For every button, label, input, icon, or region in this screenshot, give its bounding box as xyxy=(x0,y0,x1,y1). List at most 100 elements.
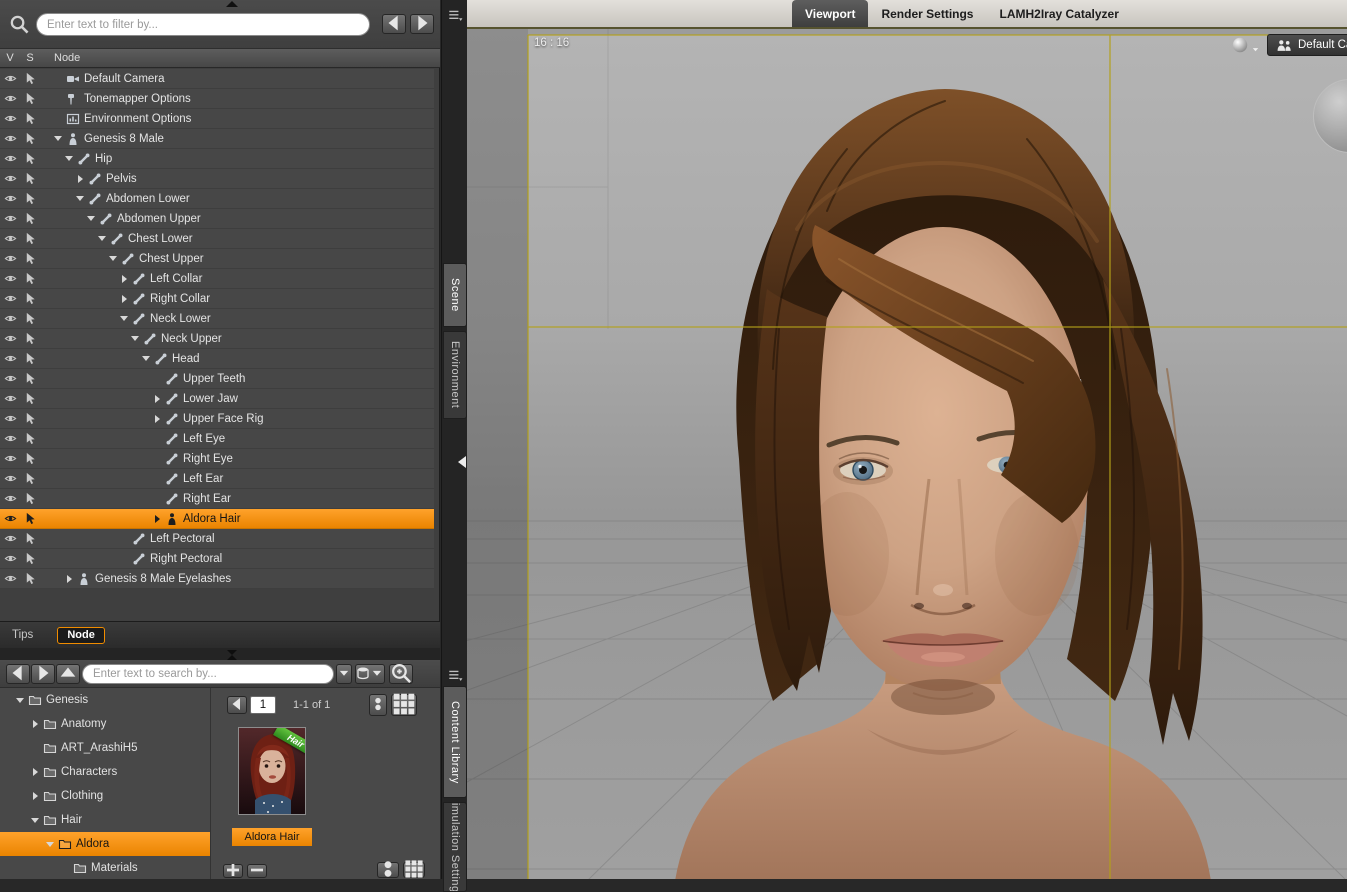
filter-forward-button[interactable] xyxy=(410,14,434,34)
visibility-eye-icon[interactable] xyxy=(0,292,20,305)
selectable-cursor-icon[interactable] xyxy=(20,212,40,225)
selectable-cursor-icon[interactable] xyxy=(20,392,40,405)
visibility-eye-icon[interactable] xyxy=(0,172,20,185)
pane-menu-icon[interactable] xyxy=(447,668,463,684)
selectable-cursor-icon[interactable] xyxy=(20,312,40,325)
pane-collapse-arrow[interactable] xyxy=(458,456,466,468)
expander-toggle[interactable] xyxy=(118,293,130,305)
tab-render-settings[interactable]: Render Settings xyxy=(868,0,986,27)
scene-node-row[interactable]: Pelvis xyxy=(0,169,434,189)
content-folder-row[interactable]: Hair xyxy=(0,808,210,832)
scene-node-row[interactable]: Left Pectoral xyxy=(0,529,434,549)
expander-toggle[interactable] xyxy=(52,133,64,145)
page-number-box[interactable]: 1 xyxy=(250,696,276,714)
visibility-eye-icon[interactable] xyxy=(0,232,20,245)
selectable-cursor-icon[interactable] xyxy=(20,432,40,445)
expander-toggle[interactable] xyxy=(151,513,163,525)
scene-node-row[interactable]: Upper Teeth xyxy=(0,369,434,389)
expander-toggle[interactable] xyxy=(107,253,119,265)
selectable-cursor-icon[interactable] xyxy=(20,552,40,565)
scene-node-row[interactable]: Upper Face Rig xyxy=(0,409,434,429)
selectable-cursor-icon[interactable] xyxy=(20,72,40,85)
selectable-cursor-icon[interactable] xyxy=(20,272,40,285)
content-back-button[interactable] xyxy=(6,664,30,684)
scene-node-row[interactable]: Environment Options xyxy=(0,109,434,129)
filter-back-button[interactable] xyxy=(382,14,406,34)
scene-node-row[interactable]: Head xyxy=(0,349,434,369)
product-name-label[interactable]: Aldora Hair xyxy=(232,828,312,846)
selectable-cursor-icon[interactable] xyxy=(20,132,40,145)
expander-toggle[interactable] xyxy=(151,393,163,405)
scene-node-row[interactable]: Chest Lower xyxy=(0,229,434,249)
scene-node-row[interactable]: Left Eye xyxy=(0,429,434,449)
visibility-eye-icon[interactable] xyxy=(0,112,20,125)
scene-node-row[interactable]: Genesis 8 Male xyxy=(0,129,434,149)
scene-node-row[interactable]: Chest Upper xyxy=(0,249,434,269)
selectable-cursor-icon[interactable] xyxy=(20,452,40,465)
expander-toggle[interactable] xyxy=(74,173,86,185)
visibility-eye-icon[interactable] xyxy=(0,432,20,445)
selectable-cursor-icon[interactable] xyxy=(20,352,40,365)
visibility-eye-icon[interactable] xyxy=(0,312,20,325)
node-view-button[interactable]: Node xyxy=(57,626,105,644)
visibility-eye-icon[interactable] xyxy=(0,212,20,225)
visibility-eye-icon[interactable] xyxy=(0,272,20,285)
expander-toggle[interactable] xyxy=(85,213,97,225)
content-folder-row[interactable]: Anatomy xyxy=(0,712,210,736)
content-up-button[interactable] xyxy=(56,664,80,684)
selectable-cursor-icon[interactable] xyxy=(20,492,40,505)
tips-label[interactable]: Tips xyxy=(12,629,33,641)
selectable-cursor-icon[interactable] xyxy=(20,152,40,165)
search-options-dropdown[interactable] xyxy=(336,664,352,684)
product-thumbnail[interactable]: Hair xyxy=(238,727,306,815)
scene-node-row[interactable]: Right Ear xyxy=(0,489,434,509)
pane-menu-icon[interactable] xyxy=(447,8,463,24)
visibility-eye-icon[interactable] xyxy=(0,72,20,85)
expander-toggle[interactable] xyxy=(29,814,41,826)
camera-selector-button[interactable]: Default Camera xyxy=(1267,34,1347,56)
scene-node-row[interactable]: Neck Lower xyxy=(0,309,434,329)
selectable-cursor-icon[interactable] xyxy=(20,332,40,345)
scene-node-row[interactable]: Genesis 8 Male Eyelashes xyxy=(0,569,434,589)
selectable-cursor-icon[interactable] xyxy=(20,472,40,485)
visibility-eye-icon[interactable] xyxy=(0,372,20,385)
scene-node-row[interactable]: Right Eye xyxy=(0,449,434,469)
visibility-eye-icon[interactable] xyxy=(0,472,20,485)
splitter-arrow-up[interactable] xyxy=(226,1,238,7)
expander-toggle[interactable] xyxy=(14,694,26,706)
expander-toggle[interactable] xyxy=(118,313,130,325)
visibility-eye-icon[interactable] xyxy=(0,572,20,585)
visibility-eye-icon[interactable] xyxy=(0,532,20,545)
selectable-cursor-icon[interactable] xyxy=(20,172,40,185)
content-folder-row[interactable]: Aldora xyxy=(0,832,210,856)
tab-content-library[interactable]: Content Library xyxy=(443,686,467,798)
tab-scene[interactable]: Scene xyxy=(443,263,467,327)
selectable-cursor-icon[interactable] xyxy=(20,412,40,425)
visibility-eye-icon[interactable] xyxy=(0,392,20,405)
visibility-eye-icon[interactable] xyxy=(0,452,20,465)
scene-node-row[interactable]: Hip xyxy=(0,149,434,169)
expander-toggle[interactable] xyxy=(29,718,41,730)
selectable-cursor-icon[interactable] xyxy=(20,512,40,525)
database-filter-button[interactable] xyxy=(355,664,385,684)
selectable-cursor-icon[interactable] xyxy=(20,532,40,545)
viewport-canvas[interactable]: 16 : 16 Default Camera xyxy=(467,27,1347,879)
scene-node-row[interactable]: Default Camera xyxy=(0,69,434,89)
zoom-in-button[interactable] xyxy=(223,863,243,878)
tab-environment[interactable]: Environment xyxy=(443,331,467,419)
scene-node-row[interactable]: Lower Jaw xyxy=(0,389,434,409)
selectable-cursor-icon[interactable] xyxy=(20,192,40,205)
scene-node-row[interactable]: Aldora Hair xyxy=(0,509,434,529)
page-previous-button[interactable] xyxy=(227,696,247,714)
expander-toggle[interactable] xyxy=(96,233,108,245)
expander-toggle[interactable] xyxy=(29,766,41,778)
visibility-eye-icon[interactable] xyxy=(0,132,20,145)
visibility-eye-icon[interactable] xyxy=(0,512,20,525)
visibility-eye-icon[interactable] xyxy=(0,252,20,265)
search-go-button[interactable] xyxy=(389,663,413,684)
thumbnail-size-button[interactable] xyxy=(377,860,399,878)
scene-node-row[interactable]: Neck Upper xyxy=(0,329,434,349)
scene-node-row[interactable]: Abdomen Upper xyxy=(0,209,434,229)
scene-filter-input[interactable] xyxy=(36,13,370,36)
scene-node-row[interactable]: Left Ear xyxy=(0,469,434,489)
